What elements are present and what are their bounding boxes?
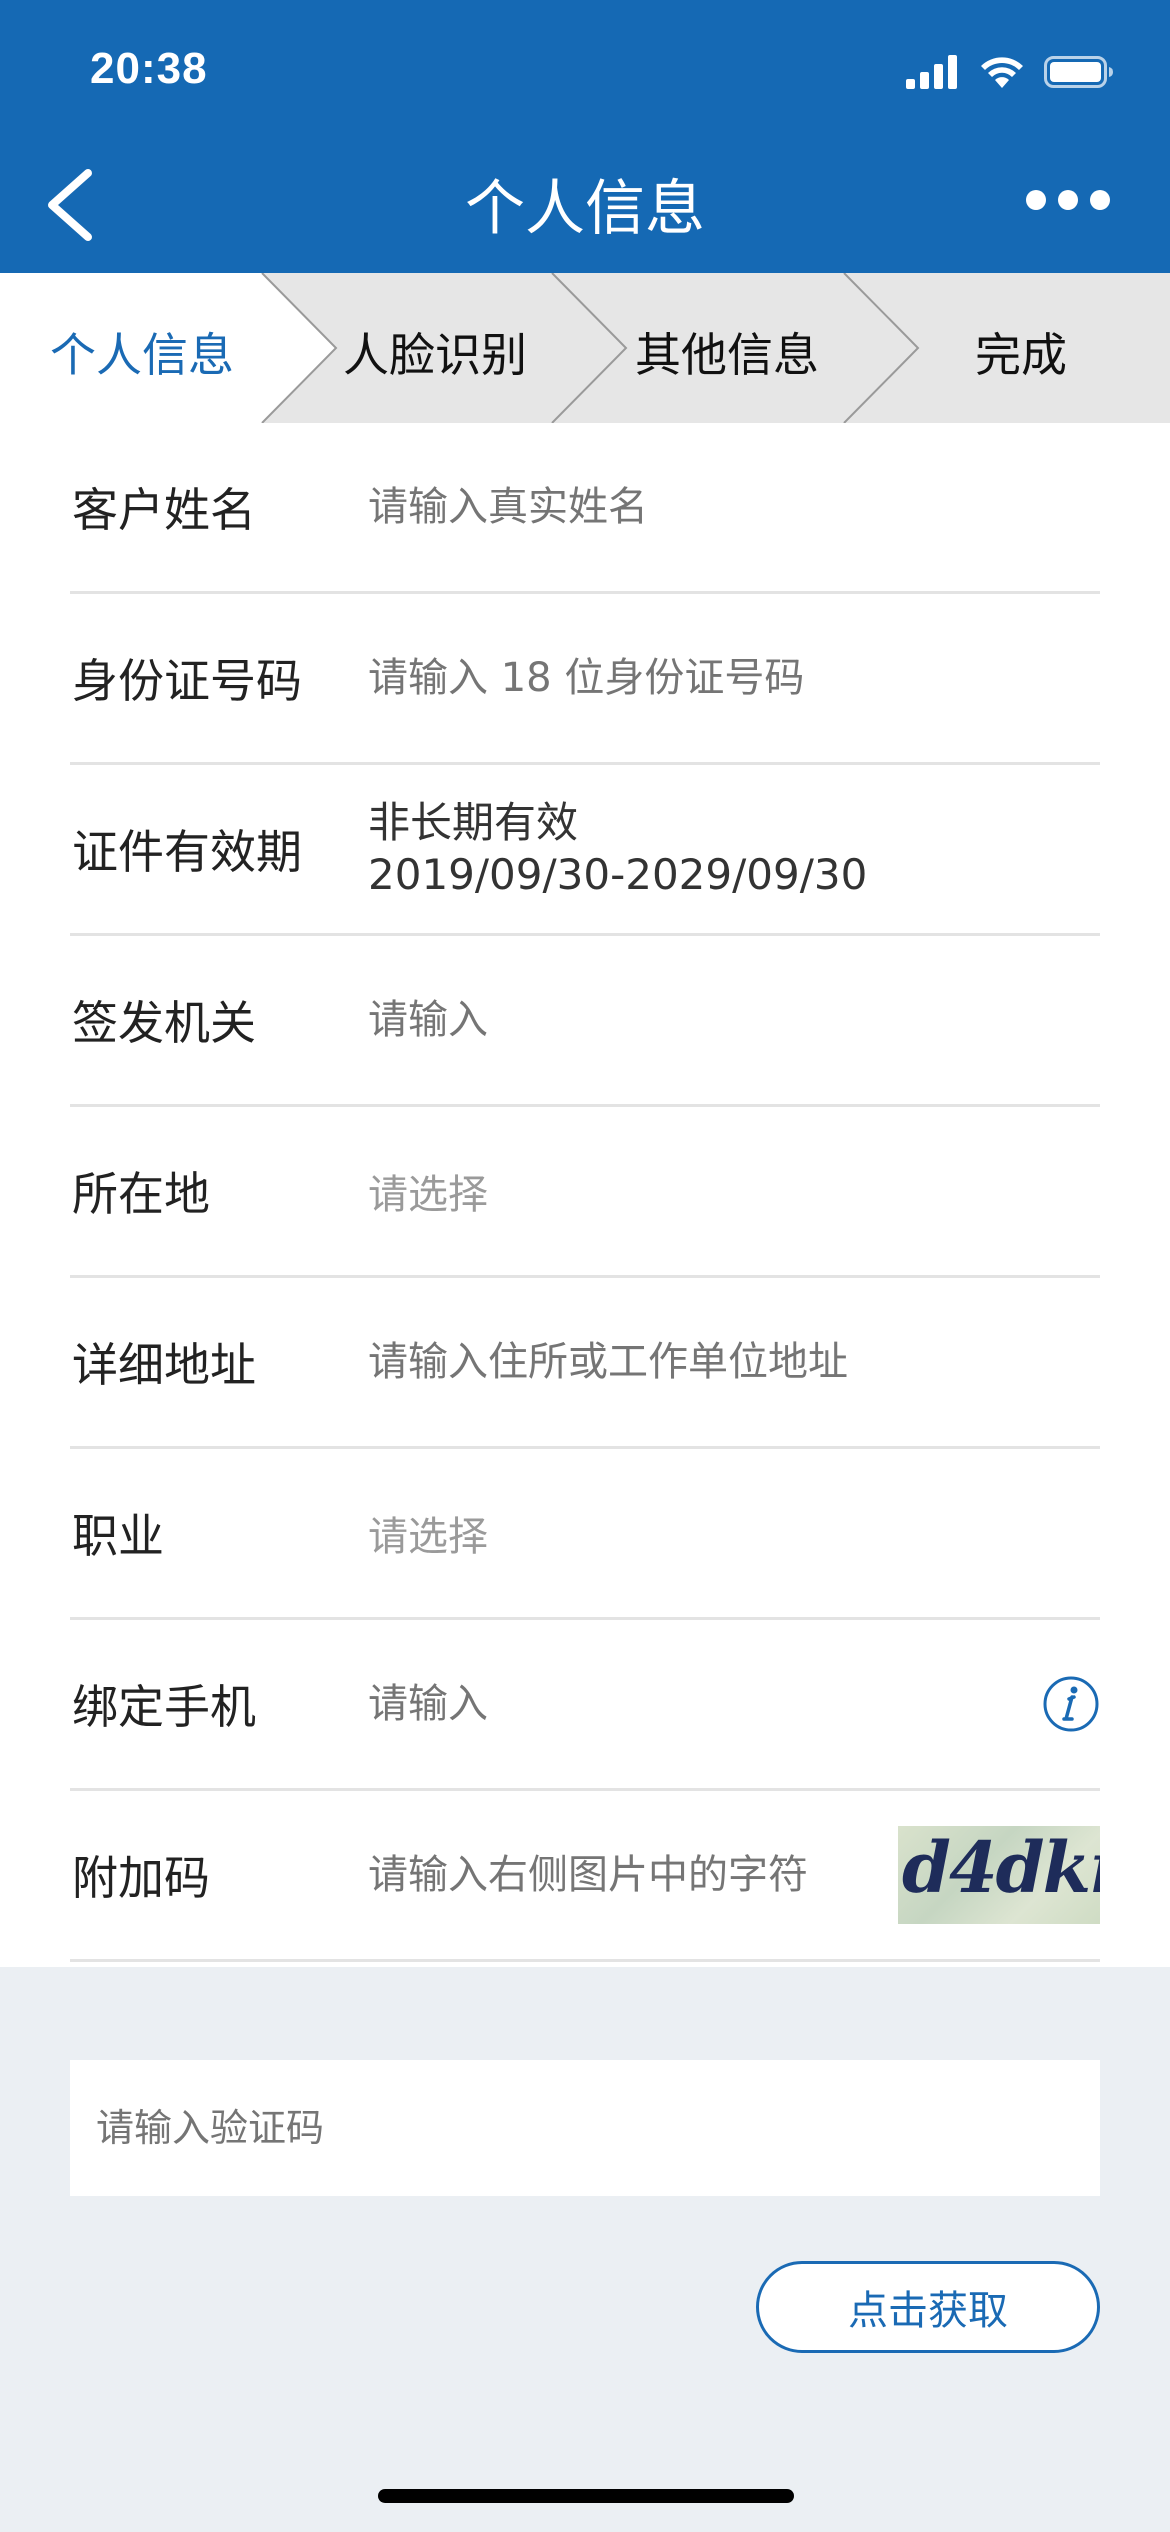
customer-name-label: 客户姓名 <box>72 483 256 537</box>
location-select[interactable]: 请选择 <box>368 1162 968 1220</box>
validity-range: 2019/09/30-2029/09/30 <box>368 850 868 899</box>
occupation-row[interactable]: 职业 请选择 <box>70 1449 1100 1620</box>
address-label: 详细地址 <box>72 1338 256 1392</box>
info-icon[interactable] <box>1042 1675 1100 1733</box>
customer-name-row: 客户姓名 <box>70 423 1100 594</box>
step-complete[interactable]: 完成 <box>975 319 1067 385</box>
location-label: 所在地 <box>72 1167 210 1221</box>
address-row: 详细地址 <box>70 1278 1100 1449</box>
id-validity-row[interactable]: 证件有效期 非长期有效 2019/09/30-2029/09/30 <box>70 765 1100 936</box>
issuing-authority-row: 签发机关 <box>70 936 1100 1107</box>
more-options-button[interactable] <box>1026 190 1110 210</box>
address-input[interactable] <box>368 1339 968 1385</box>
captcha-row: 附加码 d4dkm <box>70 1791 1100 1962</box>
id-number-row: 身份证号码 <box>70 594 1100 765</box>
step-other-info[interactable]: 其他信息 <box>635 319 819 385</box>
dot-icon <box>1026 190 1046 210</box>
captcha-text: d4dkm <box>902 1826 1100 1909</box>
status-time: 20:38 <box>90 44 208 93</box>
step-personal-info[interactable]: 个人信息 <box>50 319 234 385</box>
validity-type: 非长期有效 <box>368 798 579 847</box>
step-progress: 个人信息 人脸识别 其他信息 完成 <box>0 273 1170 423</box>
captcha-image[interactable]: d4dkm <box>898 1826 1100 1924</box>
captcha-input[interactable] <box>368 1852 848 1898</box>
verification-code-box <box>70 2060 1100 2196</box>
customer-name-input[interactable] <box>368 484 968 530</box>
dot-icon <box>1090 190 1110 210</box>
id-validity-value: 非长期有效 2019/09/30-2029/09/30 <box>368 797 968 901</box>
bound-phone-label: 绑定手机 <box>72 1680 256 1734</box>
issuing-authority-input[interactable] <box>368 997 968 1043</box>
app-header: 20:38 个人信息 <box>0 0 1170 273</box>
bound-phone-input[interactable] <box>368 1681 968 1727</box>
id-validity-label: 证件有效期 <box>72 825 302 879</box>
home-indicator <box>378 2489 794 2503</box>
captcha-label: 附加码 <box>72 1851 210 1905</box>
wifi-icon <box>981 57 1023 88</box>
issuing-authority-label: 签发机关 <box>72 996 256 1050</box>
step-face-recognition[interactable]: 人脸识别 <box>343 319 527 385</box>
status-icons <box>906 52 1114 92</box>
personal-info-form: 客户姓名 身份证号码 证件有效期 非长期有效 2019/09/30-2029/0… <box>0 423 1170 1967</box>
occupation-label: 职业 <box>72 1509 164 1563</box>
occupation-select[interactable]: 请选择 <box>368 1504 968 1562</box>
get-code-button[interactable]: 点击获取 <box>756 2261 1100 2353</box>
id-number-input[interactable] <box>368 655 968 701</box>
location-row[interactable]: 所在地 请选择 <box>70 1107 1100 1278</box>
dot-icon <box>1058 190 1078 210</box>
verification-code-input[interactable] <box>96 2060 1056 2196</box>
bound-phone-row: 绑定手机 <box>70 1620 1100 1791</box>
id-number-label: 身份证号码 <box>72 654 302 708</box>
page-title: 个人信息 <box>465 174 705 244</box>
signal-icon <box>906 55 957 89</box>
battery-icon <box>1044 56 1113 88</box>
